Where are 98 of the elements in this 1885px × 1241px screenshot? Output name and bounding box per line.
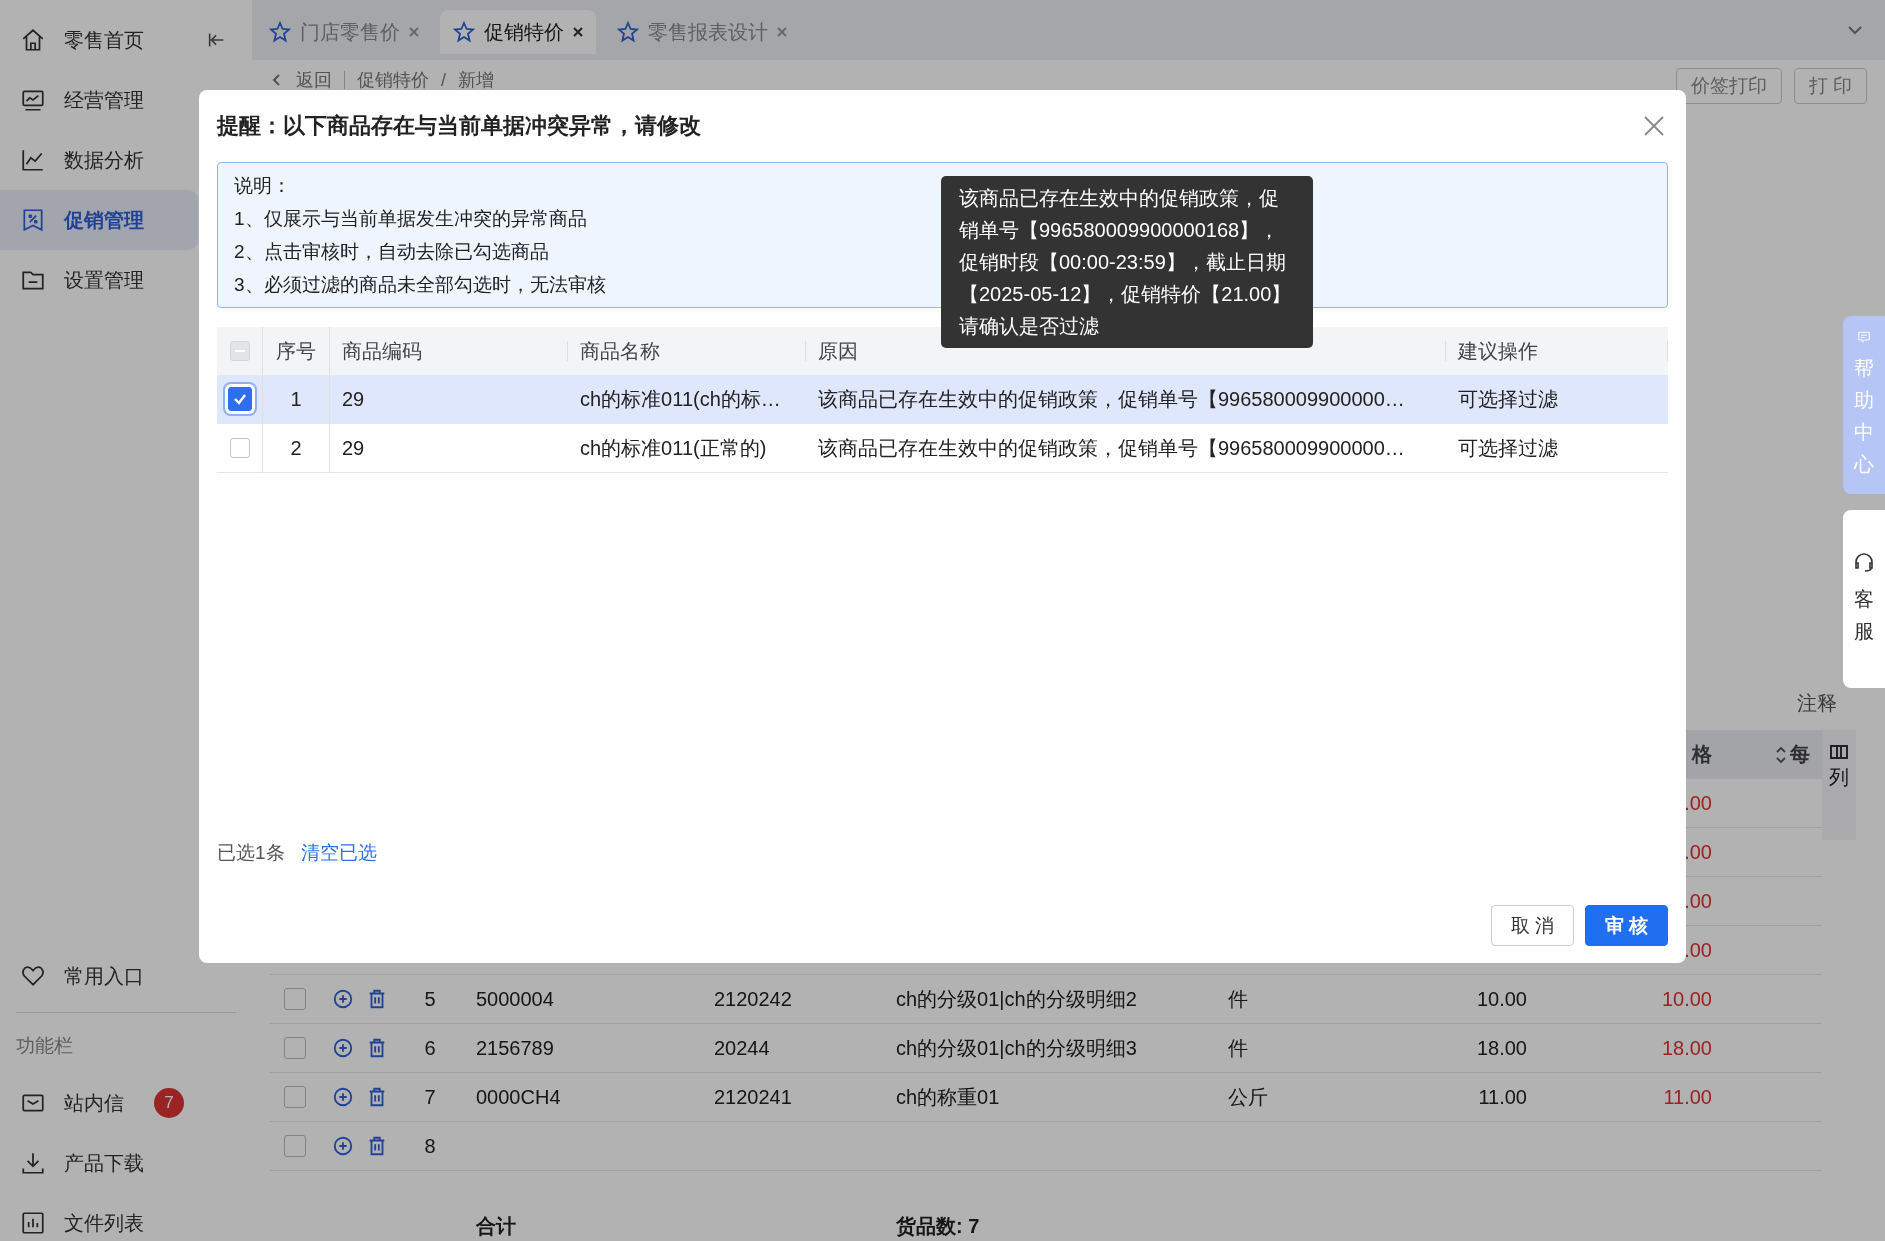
column-header: 商品编码 xyxy=(342,338,422,364)
sidebar-item[interactable]: 零售首页 xyxy=(0,10,198,70)
table-cell: 0000CH4 xyxy=(476,1085,561,1109)
table-cell-text: ch的分级01|ch的分级明细3 xyxy=(896,1035,1137,1061)
add-icon[interactable] xyxy=(332,1135,354,1157)
table-cell: 2120241 xyxy=(714,1085,792,1109)
sort-icon[interactable] xyxy=(1774,744,1788,765)
badge: 7 xyxy=(154,1088,184,1118)
monitor-icon xyxy=(20,87,46,113)
add-icon[interactable] xyxy=(332,1086,354,1108)
sidebar-item[interactable]: 促销管理 xyxy=(0,190,198,250)
table-cell: 18.00 xyxy=(1476,1036,1527,1060)
sidebar-item[interactable]: 经营管理 xyxy=(0,70,198,130)
checkbox[interactable] xyxy=(284,1135,306,1157)
table-cell-text: 可选择过滤 xyxy=(1458,386,1558,412)
section-title: 功能栏 xyxy=(15,1034,74,1058)
info-line: 3、必须过滤的商品未全部勾选时，无法审核 xyxy=(234,273,606,297)
table-cell: 2120242 xyxy=(714,987,792,1011)
table-cell-text: ch的称重01 xyxy=(896,1084,1000,1110)
sidebar-item[interactable]: 设置管理 xyxy=(0,250,198,310)
tag-icon xyxy=(20,207,46,233)
tooltip: 该商品已存在生效中的促销政策，促销单号【996580009900000168】，促销时段【00:00-23:59】，截止日期【2025-05-12】，促销特价【21.00】请确认是否过滤 xyxy=(941,176,1313,348)
checkbox[interactable] xyxy=(284,1086,306,1108)
sidebar-item[interactable]: 文件列表 xyxy=(0,1193,198,1241)
approve-button[interactable]: 审 核 xyxy=(1585,905,1668,946)
column-header: 原因 xyxy=(818,338,858,364)
table-cell-text: ch的标准011(ch的标… xyxy=(580,386,781,412)
table-cell: 10.00 xyxy=(1661,987,1712,1011)
table-cell: .00 xyxy=(1684,791,1712,815)
star-icon xyxy=(452,20,476,44)
selection-count: 已选1条 xyxy=(217,841,285,865)
table-cell: 29 xyxy=(342,436,365,460)
note-label: 注释 xyxy=(1797,690,1837,716)
checkbox[interactable] xyxy=(284,1037,306,1059)
sidebar-item[interactable]: 数据分析 xyxy=(0,130,198,190)
column-header: 建议操作 xyxy=(1458,338,1538,364)
table-cell-text: ch的标准011(正常的) xyxy=(580,435,767,461)
item-count: 货品数: 7 xyxy=(896,1214,980,1239)
table-cell: 6 xyxy=(424,1036,436,1060)
table-cell: 29 xyxy=(342,387,365,411)
star-icon xyxy=(268,20,292,44)
select-all-checkbox[interactable] xyxy=(229,341,250,361)
table-cell: 5000004 xyxy=(476,987,554,1011)
clear-selection-link[interactable]: 清空已选 xyxy=(300,840,377,866)
sidebar-item[interactable]: 常用入口 xyxy=(0,946,198,1006)
back-link[interactable]: 返回 xyxy=(296,68,332,92)
breadcrumb-item: 新增 xyxy=(458,69,494,92)
info-line: 2、点击审核时，自动去除已勾选商品 xyxy=(234,240,549,264)
table-cell: 7 xyxy=(424,1085,436,1109)
table-cell: .00 xyxy=(1684,889,1712,913)
info-line: 1、仅展示与当前单据发生冲突的异常商品 xyxy=(234,207,587,231)
column-header[interactable]: 格 xyxy=(1692,741,1712,768)
download-icon xyxy=(20,1150,46,1176)
total-label: 合计 xyxy=(476,1214,516,1239)
table-cell: 5 xyxy=(424,987,436,1011)
add-icon[interactable] xyxy=(332,988,354,1010)
table-cell-text: 该商品已存在生效中的促销政策，促销单号【996580009900000… xyxy=(818,386,1405,412)
table-cell: 10.00 xyxy=(1476,987,1527,1011)
table-cell-text: 件 xyxy=(1228,986,1248,1012)
tab[interactable]: 促销特价 xyxy=(440,10,596,54)
checkbox[interactable] xyxy=(284,988,306,1010)
breadcrumb-item[interactable]: 促销特价 xyxy=(357,68,429,92)
sidebar-item[interactable]: 站内信 7 xyxy=(0,1073,198,1133)
column-settings[interactable]: 列 xyxy=(1822,730,1856,840)
table-cell: 11.00 xyxy=(1663,1085,1712,1109)
close-icon[interactable] xyxy=(572,26,584,38)
column-header[interactable]: 每 xyxy=(1790,741,1810,768)
info-heading: 说明： xyxy=(234,174,291,198)
table-cell: .00 xyxy=(1684,938,1712,962)
table-cell-text: 可选择过滤 xyxy=(1458,435,1558,461)
customer-service-tab[interactable]: 客服 xyxy=(1843,510,1885,688)
headset-icon xyxy=(1852,551,1876,575)
table-cell: 2 xyxy=(290,436,302,460)
column-header: 序号 xyxy=(276,338,316,364)
table-cell: 8 xyxy=(424,1134,436,1158)
table-cell-text: ch的分级01|ch的分级明细2 xyxy=(896,986,1137,1012)
table-cell-text: 件 xyxy=(1228,1035,1248,1061)
star-icon xyxy=(616,20,640,44)
column-header: 商品名称 xyxy=(580,338,660,364)
dialog-title: 提醒：以下商品存在与当前单据冲突异常，请修改 xyxy=(217,112,701,140)
table-cell: .00 xyxy=(1684,840,1712,864)
cancel-button[interactable]: 取 消 xyxy=(1491,905,1574,946)
breadcrumb-separator: / xyxy=(441,69,446,91)
chart-icon xyxy=(20,147,46,173)
columns-icon xyxy=(1830,744,1848,760)
close-icon[interactable] xyxy=(1642,114,1666,138)
bars-icon xyxy=(20,1210,46,1236)
home-icon xyxy=(20,27,46,53)
checkbox[interactable] xyxy=(229,438,250,458)
table-cell-text: 公斤 xyxy=(1228,1084,1268,1110)
table-cell-text: 该商品已存在生效中的促销政策，促销单号【996580009900000… xyxy=(818,435,1405,461)
sidebar-item[interactable]: 产品下载 xyxy=(0,1133,198,1193)
table-cell: 20244 xyxy=(714,1036,770,1060)
add-icon[interactable] xyxy=(332,1037,354,1059)
table-cell: 1 xyxy=(290,387,302,411)
table-cell: 18.00 xyxy=(1661,1036,1712,1060)
table-cell: 2156789 xyxy=(476,1036,554,1060)
table-cell: 11.00 xyxy=(1478,1085,1527,1109)
